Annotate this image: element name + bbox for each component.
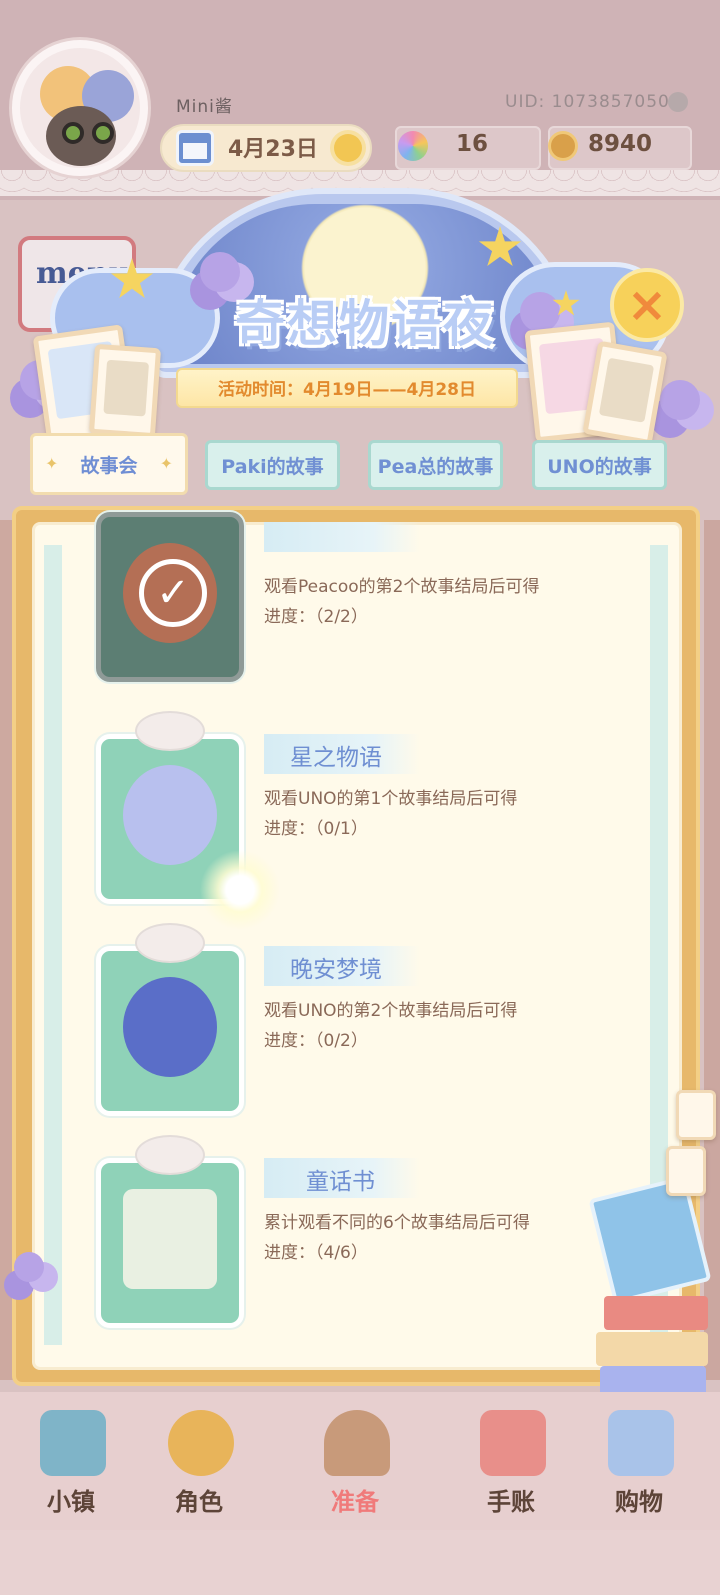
nav-town[interactable]: 小镇 xyxy=(16,1410,126,1520)
tab-paki-story[interactable]: Paki的故事 xyxy=(205,440,340,490)
tab-uno-story[interactable]: UNO的故事 xyxy=(532,440,667,490)
tab-story-meeting[interactable]: 故事会 xyxy=(30,433,188,495)
avatar-eye xyxy=(62,122,84,144)
reward-title: 晚安梦境 xyxy=(290,957,382,983)
reward-title: 星之物语 xyxy=(290,745,382,771)
current-date: 4月23日 xyxy=(228,137,318,162)
basket-icon xyxy=(324,1410,390,1476)
reward-progress: 进度：（0/2） xyxy=(264,1031,368,1051)
nav-label: 角色 xyxy=(175,1488,223,1516)
sun-weather-icon xyxy=(334,134,362,162)
journal-icon xyxy=(480,1410,546,1476)
nav-label: 购物 xyxy=(615,1488,663,1516)
reward-progress: 进度：（4/6） xyxy=(264,1243,368,1263)
reward-gift-box[interactable]: ✓ xyxy=(96,512,244,682)
reward-art-goodnight-dream xyxy=(123,977,217,1077)
story-card-icon xyxy=(88,343,162,439)
avatar[interactable] xyxy=(12,40,148,176)
coin-icon xyxy=(548,131,578,161)
reward-description: 累计观看不同的6个故事结局后可得 xyxy=(264,1213,530,1233)
coin-count: 8940 xyxy=(588,131,653,157)
close-button[interactable]: × xyxy=(610,268,684,342)
gem-count: 16 xyxy=(456,131,489,157)
reward-title: 童话书 xyxy=(306,1169,375,1195)
ribbon-bow-icon xyxy=(135,711,205,751)
reward-progress: 进度：（0/1） xyxy=(264,819,368,839)
nav-label: 准备 xyxy=(331,1488,379,1516)
checkmark-icon: ✓ xyxy=(139,559,207,627)
nav-label: 手账 xyxy=(487,1488,535,1516)
nav-prepare[interactable]: 准备 xyxy=(300,1410,410,1520)
wisteria-flower-icon xyxy=(14,1252,44,1282)
copy-icon[interactable] xyxy=(668,92,688,112)
reward-gift-box[interactable] xyxy=(96,923,244,1116)
ribbon-bow-icon xyxy=(135,923,205,963)
wisteria-flower-icon xyxy=(660,380,700,420)
user-id: UID: 1073857050 xyxy=(505,92,670,112)
event-title: 奇想物语夜 xyxy=(235,295,495,353)
mini-card-icon xyxy=(666,1146,706,1196)
tab-pea-story[interactable]: Pea总的故事 xyxy=(368,440,503,490)
nav-shopping[interactable]: 购物 xyxy=(584,1410,694,1520)
map-icon xyxy=(40,1410,106,1476)
close-icon: × xyxy=(626,277,668,333)
reward-description: 观看Peacoo的第2个故事结局后可得 xyxy=(264,577,540,597)
bottom-fade xyxy=(0,1530,720,1595)
nav-character[interactable]: 角色 xyxy=(144,1410,254,1520)
reward-description: 观看UNO的第2个故事结局后可得 xyxy=(264,1001,518,1021)
reward-art-fairy-tale-book xyxy=(123,1189,217,1289)
reward-art-star-story xyxy=(123,765,217,865)
book-icon xyxy=(604,1296,708,1330)
reward-description: 观看UNO的第1个故事结局后可得 xyxy=(264,789,518,809)
sparkle-effect xyxy=(200,850,280,930)
ribbon-bow-icon xyxy=(135,1135,205,1175)
book-icon xyxy=(596,1332,708,1366)
reward-title-bg xyxy=(264,522,420,552)
event-period: 活动时间：4月19日——4月28日 xyxy=(218,380,476,400)
mini-card-icon xyxy=(676,1090,716,1140)
username: Mini酱 xyxy=(176,97,233,117)
story-card-icon xyxy=(582,340,668,446)
avatar-eye xyxy=(92,122,114,144)
reward-progress: 进度：（2/2） xyxy=(264,607,368,627)
calendar-icon xyxy=(176,130,214,166)
panel-stripe xyxy=(44,545,62,1345)
character-icon xyxy=(168,1410,234,1476)
rainbow-gem-icon xyxy=(398,131,428,161)
shopping-bag-icon xyxy=(608,1410,674,1476)
reward-gift-box[interactable] xyxy=(96,1135,244,1328)
background-wall-right xyxy=(704,520,720,1380)
nav-label: 小镇 xyxy=(47,1488,95,1516)
nav-journal[interactable]: 手账 xyxy=(456,1410,566,1520)
